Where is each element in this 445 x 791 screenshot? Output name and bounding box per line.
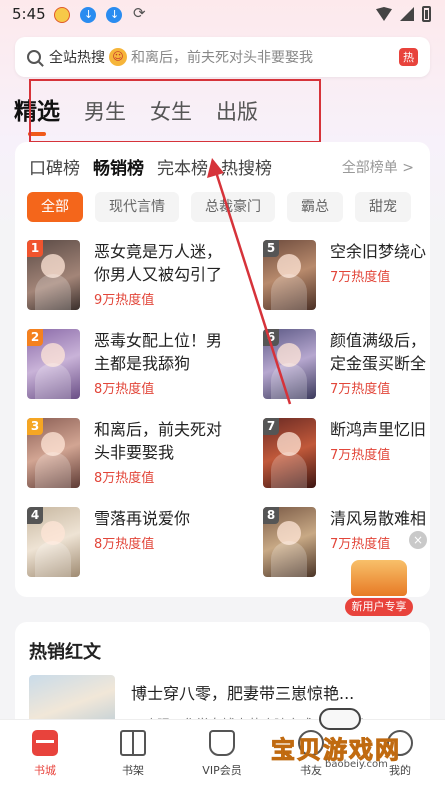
book-title[interactable]: 和离后，前夫死对头非要娶我 [94, 418, 232, 464]
tab-hot-search-rank[interactable]: 热搜榜 [221, 154, 272, 179]
book-cover[interactable]: 5 [263, 240, 316, 310]
book-heat: 9万热度值 [94, 293, 155, 308]
download-icon [80, 7, 96, 23]
rank-badge: 2 [27, 329, 43, 346]
book-title[interactable]: 恶女竟是万人迷，你男人又被勾引了 [94, 240, 224, 286]
close-promo-button[interactable]: × [409, 531, 427, 549]
annotation-highlight-box [29, 79, 321, 143]
rank-badge: 1 [27, 240, 43, 257]
book-cover[interactable]: 6 [263, 329, 316, 399]
signal-icon [400, 7, 414, 21]
book-cover[interactable]: 4 [27, 507, 80, 577]
rank-badge: 6 [263, 329, 279, 346]
status-time: 5:45 [12, 5, 46, 23]
tab-bestseller-rank[interactable]: 畅销榜 [93, 154, 144, 179]
tab-bookshelf[interactable]: 书架 [98, 730, 168, 778]
book-item[interactable]: 2 恶毒女配上位！男主都是我舔狗 8万热度值 [27, 329, 232, 399]
tab-bookstore[interactable]: 书城 [10, 730, 80, 778]
chip-ceo-wealthy[interactable]: 总裁豪门 [191, 192, 275, 222]
tab-label: 书架 [122, 764, 144, 777]
download-icon [106, 7, 122, 23]
book-cover[interactable]: 1 [27, 240, 80, 310]
all-lists-link[interactable]: 全部榜单 > [342, 157, 414, 177]
rank-badge: 3 [27, 418, 43, 435]
rankings-card: 口碑榜 畅销榜 完本榜 热搜榜 全部榜单 > 全部 现代言情 总裁豪门 霸总 甜… [15, 142, 430, 597]
book-title[interactable]: 雪落再说爱你 [94, 507, 232, 530]
book-heat: 7万热度值 [330, 382, 391, 397]
book-item[interactable]: 4 雪落再说爱你 8万热度值 [27, 507, 232, 577]
rank-badge: 8 [263, 507, 279, 524]
book-title[interactable]: 清风易散难相 [330, 507, 426, 530]
gamepad-icon [319, 708, 361, 730]
rank-badge: 4 [27, 507, 43, 524]
wifi-icon [376, 7, 392, 21]
new-user-promo[interactable]: 新用户专享 [343, 556, 415, 618]
book-heat: 8万热度值 [94, 537, 155, 552]
book-cover[interactable]: 7 [263, 418, 316, 488]
book-heat: 8万热度值 [94, 382, 155, 397]
promo-label: 新用户专享 [345, 598, 413, 616]
book-cover[interactable]: 3 [27, 418, 80, 488]
book-cover[interactable]: 2 [27, 329, 80, 399]
rank-badge: 5 [263, 240, 279, 257]
ranking-tabs: 口碑榜 畅销榜 完本榜 热搜榜 [29, 154, 272, 179]
bookstore-icon [32, 730, 58, 756]
tab-label: 书城 [34, 764, 56, 777]
bookshelf-icon [120, 730, 146, 756]
tab-completed-rank[interactable]: 完本榜 [157, 154, 208, 179]
book-item[interactable]: 3 和离后，前夫死对头非要娶我 8万热度值 [27, 418, 232, 488]
book-title[interactable]: 恶毒女配上位！男主都是我舔狗 [94, 329, 232, 375]
chip-domineering-ceo[interactable]: 霸总 [287, 192, 343, 222]
sync-icon: ⟳ [133, 4, 146, 22]
status-bar: 5:45 ⟳ [0, 0, 445, 30]
search-label: 全站热搜 [49, 50, 105, 66]
book-title[interactable]: 断鸿声里忆旧 [330, 418, 426, 441]
battery-icon [422, 6, 431, 22]
tab-reputation-rank[interactable]: 口碑榜 [29, 154, 80, 179]
book-title[interactable]: 颜值满级后，定金蛋买断全 [330, 329, 430, 375]
watermark: 宝贝游戏网 baobeiy.com [265, 702, 435, 770]
watermark-url: baobeiy.com [325, 759, 388, 770]
chip-all[interactable]: 全部 [27, 192, 83, 222]
book-title[interactable]: 博士穿八零，肥妻带三崽惊艳... [131, 680, 354, 704]
chip-sweet-romance[interactable]: 甜宠 [355, 192, 411, 222]
genre-chips: 全部 现代言情 总裁豪门 霸总 甜宠 [27, 192, 411, 222]
book-title[interactable]: 空余旧梦绕心 [330, 240, 426, 263]
book-heat: 7万热度值 [330, 270, 391, 285]
book-item[interactable]: 7 断鸿声里忆旧 7万热度值 [263, 418, 430, 488]
tab-label: VIP会员 [202, 764, 242, 777]
book-heat: 7万热度值 [330, 448, 391, 463]
book-item[interactable]: 5 空余旧梦绕心 7万热度值 [263, 240, 430, 310]
hot-badge: 热 [399, 48, 418, 66]
rank-badge: 7 [263, 418, 279, 435]
app-notification-icon [54, 7, 70, 23]
vip-icon [209, 730, 235, 756]
book-cover[interactable]: 8 [263, 507, 316, 577]
open-book-icon [351, 560, 407, 596]
book-heat: 8万热度值 [94, 471, 155, 486]
tab-vip[interactable]: VIP会员 [187, 730, 257, 778]
search-bar[interactable]: 全站热搜 ☺ 和离后，前夫死对头非要娶我 热 [15, 37, 430, 77]
search-icon [27, 50, 41, 64]
chip-modern-romance[interactable]: 现代言情 [95, 192, 179, 222]
search-placeholder[interactable]: 和离后，前夫死对头非要娶我 [131, 47, 399, 67]
book-item[interactable]: 1 恶女竟是万人迷，你男人又被勾引了 9万热度值 [27, 240, 224, 310]
book-item[interactable]: 6 颜值满级后，定金蛋买断全 7万热度值 [263, 329, 430, 399]
section-title: 热销红文 [29, 642, 101, 663]
hot-emoji-icon: ☺ [109, 48, 127, 66]
